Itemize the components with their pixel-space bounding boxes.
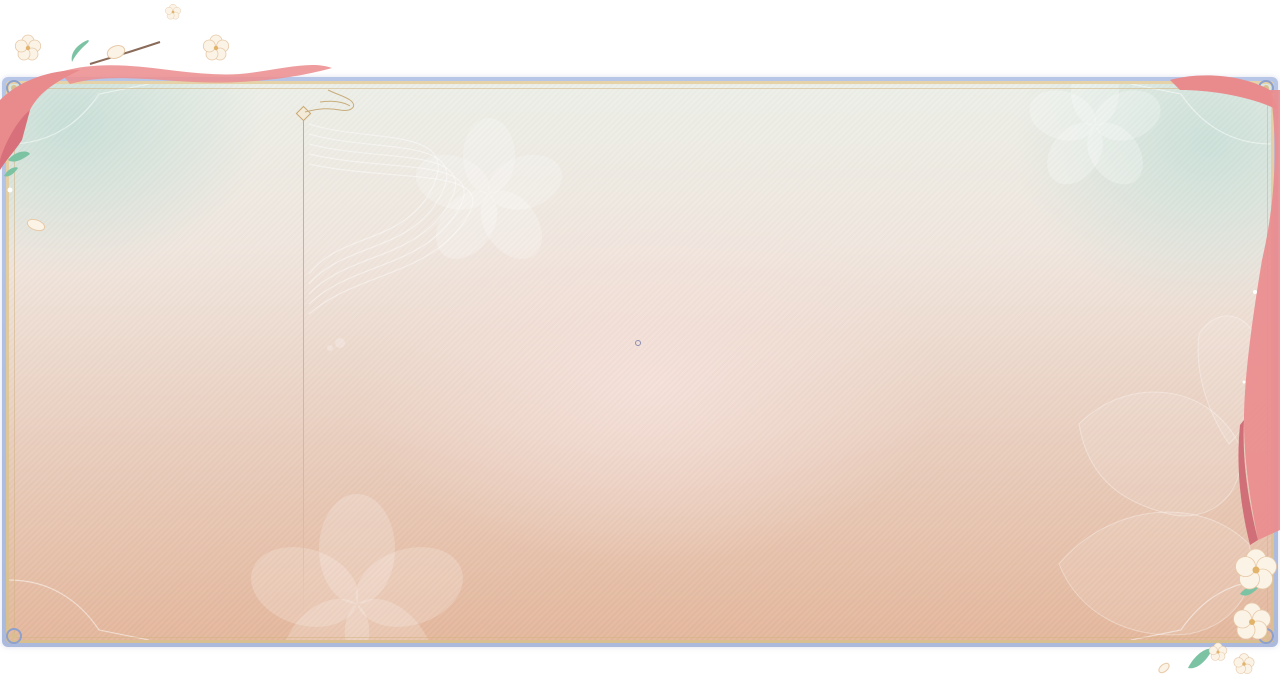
game-dialog-screen [0, 0, 1280, 684]
branch-decor [89, 41, 161, 65]
leaf-icons [4, 40, 1258, 669]
ribbon-top-left [0, 64, 332, 170]
blossom-icon-top-left-2 [202, 34, 230, 61]
petal-icon-bottom [1158, 662, 1170, 674]
blossom-icon-bottom-right-4 [1233, 653, 1255, 674]
blossom-icon-bottom-right-2 [1233, 602, 1271, 640]
blossom-icon-top-left-1 [14, 34, 42, 61]
frame-decorations [0, 3, 1280, 674]
ribbon-top-right [1170, 75, 1280, 545]
sparkle-icons [7, 187, 1257, 384]
blossom-icon-top-left-3 [165, 3, 181, 20]
corner-knot-icons [6, 80, 1274, 644]
blossom-icon-bottom-right-1 [1235, 548, 1277, 590]
blossom-icon-bottom-right-3 [1208, 642, 1228, 661]
petal-icon [26, 218, 46, 232]
